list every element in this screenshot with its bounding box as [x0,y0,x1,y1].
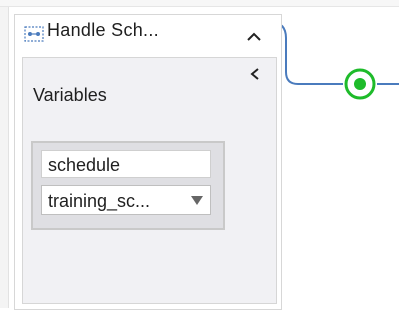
connector-wire-out [377,83,399,85]
chevron-up-icon[interactable] [246,31,262,43]
canvas-top-edge [0,0,399,7]
workflow-canvas: Handle Sch... Variables schedule trainin… [0,0,399,310]
variables-title: Variables [33,85,107,105]
chevron-left-icon[interactable] [249,67,261,81]
variable-name-input[interactable]: schedule [41,150,211,178]
activity-title[interactable]: Handle Sch... [47,20,159,41]
end-circle-icon[interactable] [343,67,377,101]
variables-panel: Variables schedule training_sc... [22,57,277,304]
variable-row: schedule training_sc... [31,141,225,230]
triangle-down-icon [191,196,203,205]
variable-type-select[interactable]: training_sc... [41,185,211,215]
canvas-left-edge [0,0,9,308]
sequence-icon [24,26,44,42]
variable-type-value: training_sc... [48,191,151,211]
